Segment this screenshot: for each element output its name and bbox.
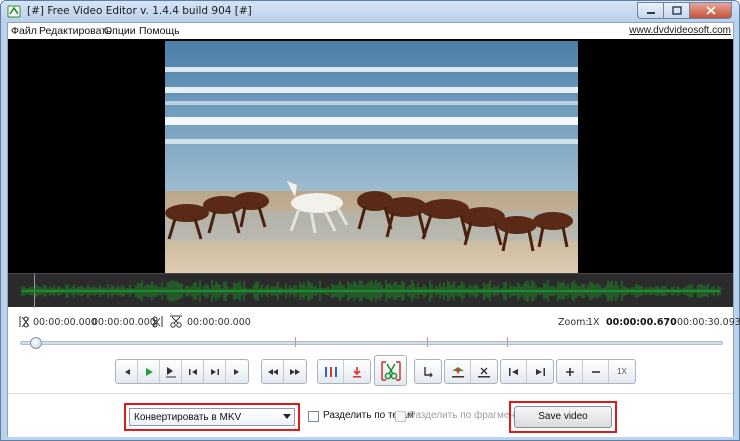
playback-group	[115, 359, 249, 384]
play-selection-button[interactable]	[160, 360, 182, 383]
add-marker-icon	[451, 366, 464, 377]
menu-bar: Файл Редактировать Опции Помощь www.dvdv…	[8, 23, 733, 39]
maximize-button[interactable]	[663, 2, 689, 19]
prev-frame-button[interactable]	[116, 360, 138, 383]
go-start-button[interactable]	[182, 360, 204, 383]
minimize-button[interactable]	[637, 2, 663, 19]
minimize-icon	[646, 11, 655, 14]
slider-tick	[427, 337, 428, 347]
window-title: [#] Free Video Editor v. 1.4.4 build 904…	[27, 5, 252, 17]
mark-start-icon[interactable]	[19, 315, 31, 328]
rotate-icon	[424, 366, 433, 377]
slider-thumb[interactable]	[30, 337, 42, 349]
menu-edit[interactable]: Редактировать	[39, 25, 112, 37]
start-time: 00:00:00.000	[33, 317, 97, 328]
rotate-button[interactable]	[415, 360, 441, 383]
prev-marker-button[interactable]	[262, 360, 284, 383]
chevron-down-icon	[283, 414, 291, 419]
title-bar[interactable]: [#] Free Video Editor v. 1.4.4 build 904…	[1, 1, 739, 22]
client-area: Файл Редактировать Опции Помощь www.dvdv…	[7, 22, 740, 437]
scissors-cut-icon[interactable]	[169, 315, 183, 328]
app-logo-icon	[7, 5, 21, 18]
slider-tick	[295, 337, 296, 347]
maximize-icon	[671, 6, 682, 15]
cut-button[interactable]	[374, 355, 407, 386]
skip-end-icon	[210, 368, 219, 375]
save-video-button[interactable]: Save video	[514, 406, 612, 428]
format-select[interactable]: Конвертировать в MKV	[129, 408, 295, 426]
marker-edit-group	[444, 359, 498, 384]
split-group	[317, 359, 371, 384]
last-marker-icon	[536, 367, 545, 376]
format-select-value: Конвертировать в MKV	[134, 412, 242, 423]
close-button[interactable]	[689, 2, 732, 19]
scissors-icon	[380, 360, 401, 381]
output-bar: Конвертировать в MKV Разделить по тегам …	[8, 393, 733, 437]
down-arrow-icon	[353, 366, 361, 377]
zoom-out-button[interactable]	[583, 360, 609, 383]
rotate-group	[414, 359, 442, 384]
video-frame	[165, 41, 578, 273]
mark-end-icon[interactable]	[151, 315, 163, 328]
split-bars-icon	[324, 366, 337, 377]
menu-file[interactable]: Файл	[11, 25, 37, 37]
position-slider[interactable]	[20, 341, 723, 345]
zoom-reset-button[interactable]: 1X	[609, 360, 635, 383]
timeline-info: 00:00:00.000 00:00:00.000 00:00:00.000 Z…	[8, 313, 740, 329]
go-end-button[interactable]	[204, 360, 226, 383]
time-separator: /	[665, 317, 669, 328]
zoom-reset-label: 1X	[617, 367, 627, 376]
slider-tick	[507, 337, 508, 347]
zoom-value: 1X	[587, 317, 600, 328]
video-frame-image	[165, 41, 578, 273]
to-end-marker-button[interactable]	[527, 360, 553, 383]
plus-icon	[565, 367, 574, 376]
range-group	[500, 359, 554, 384]
menu-options[interactable]: Опции	[104, 25, 136, 37]
website-link[interactable]: www.dvdvideosoft.com	[629, 25, 731, 36]
add-marker-button[interactable]	[445, 360, 471, 383]
to-start-marker-button[interactable]	[501, 360, 527, 383]
split-by-tags-checkbox[interactable]	[308, 411, 319, 422]
remove-marker-icon	[478, 367, 490, 377]
fast-forward-icon	[290, 368, 300, 375]
menu-help[interactable]: Помощь	[139, 25, 180, 37]
app-window: [#] Free Video Editor v. 1.4.4 build 904…	[0, 0, 740, 441]
skip-start-icon	[188, 368, 197, 375]
play-selection-icon	[165, 366, 176, 377]
split-by-fragments-checkbox[interactable]	[395, 411, 406, 422]
close-icon	[705, 6, 716, 15]
minus-icon	[591, 370, 600, 373]
next-frame-button[interactable]	[226, 360, 248, 383]
zoom-group: 1X	[556, 359, 636, 384]
play-icon	[145, 367, 153, 376]
step-forward-icon	[234, 368, 239, 375]
video-preview[interactable]	[8, 39, 733, 273]
rewind-icon	[267, 368, 278, 375]
zoom-in-button[interactable]	[557, 360, 583, 383]
split-button[interactable]	[318, 360, 344, 383]
play-button[interactable]	[138, 360, 160, 383]
waveform-graphic	[21, 274, 721, 308]
next-marker-button[interactable]	[284, 360, 306, 383]
zoom-label: Zoom:	[558, 317, 589, 328]
remove-marker-button[interactable]	[471, 360, 497, 383]
total-time: 00:00:30.093	[677, 317, 740, 328]
audio-waveform[interactable]	[8, 273, 733, 308]
end-time: 00:00:00.000	[92, 317, 156, 328]
export-marker-button[interactable]	[344, 360, 370, 383]
marker-group	[261, 359, 307, 384]
step-back-icon	[124, 368, 130, 375]
first-marker-icon	[508, 367, 518, 376]
cut-time: 00:00:00.000	[187, 317, 251, 328]
